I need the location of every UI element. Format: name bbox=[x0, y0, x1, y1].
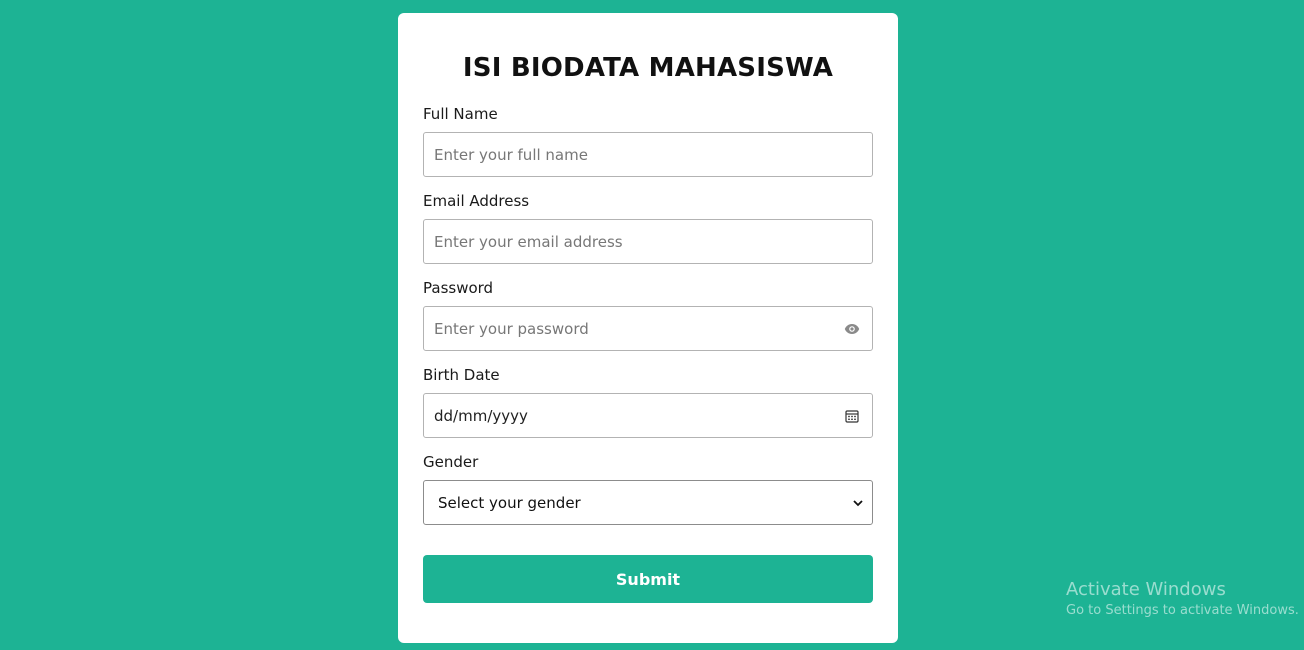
password-input[interactable] bbox=[424, 307, 872, 350]
email-field-box bbox=[423, 219, 873, 264]
watermark-title: Activate Windows bbox=[1066, 579, 1226, 600]
full-name-input[interactable] bbox=[424, 133, 872, 176]
email-label: Email Address bbox=[423, 192, 530, 210]
password-field-box bbox=[423, 306, 873, 351]
biodata-form-card: ISI BIODATA MAHASISWA Full Name Email Ad… bbox=[398, 13, 898, 643]
gender-label: Gender bbox=[423, 453, 479, 471]
full-name-label: Full Name bbox=[423, 105, 498, 123]
watermark-subtitle: Go to Settings to activate Windows. bbox=[1066, 603, 1299, 618]
form-title: ISI BIODATA MAHASISWA bbox=[462, 53, 834, 83]
chevron-down-icon bbox=[850, 495, 866, 511]
calendar-icon[interactable] bbox=[844, 408, 860, 424]
eye-icon[interactable] bbox=[844, 321, 860, 337]
submit-button[interactable]: Submit bbox=[423, 555, 873, 603]
activate-windows-watermark: Activate Windows Go to Settings to activ… bbox=[1066, 578, 1299, 620]
birth-date-input[interactable]: dd/mm/yyyy bbox=[423, 393, 873, 438]
gender-select[interactable]: Select your gender bbox=[423, 480, 873, 525]
password-label: Password bbox=[423, 279, 494, 297]
birth-date-value: dd/mm/yyyy bbox=[434, 406, 528, 425]
full-name-field-box bbox=[423, 132, 873, 177]
gender-selected-value: Select your gender bbox=[438, 493, 581, 512]
birth-date-label: Birth Date bbox=[423, 366, 500, 384]
email-input[interactable] bbox=[424, 220, 872, 263]
